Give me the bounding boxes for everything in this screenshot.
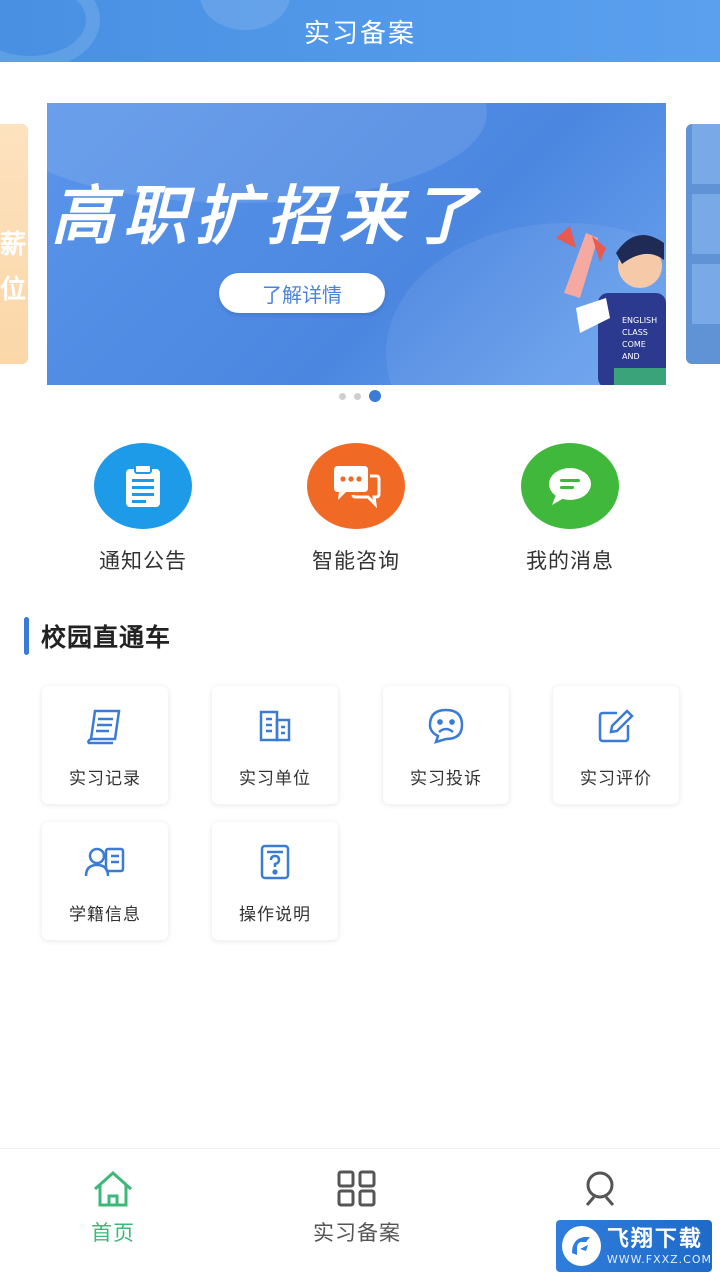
tab-internship-filing[interactable]: 实习备案 <box>277 1169 437 1247</box>
building-icon <box>253 706 297 746</box>
record-book-icon <box>83 706 127 746</box>
learn-more-button[interactable]: 了解详情 <box>219 273 385 313</box>
edit-review-icon <box>594 706 638 746</box>
student-id-icon <box>83 842 127 882</box>
message-icon <box>521 443 619 529</box>
watermark-logo-icon <box>562 1226 601 1266</box>
grid-item-internship-review[interactable]: 实习评价 <box>553 686 679 804</box>
tab-label: 实习备案 <box>313 1221 401 1245</box>
banner-slide[interactable]: 高职扩招来了 了解详情 ENGLISH CLASS COME AND <box>47 103 666 385</box>
banner-next-decoration <box>692 264 720 324</box>
shortcut-label: 通知公告 <box>99 549 187 573</box>
grid-item-label: 实习投诉 <box>410 769 482 789</box>
watermark-text: 飞翔下载 <box>606 1226 703 1252</box>
banner-prev-text: 薪 <box>0 230 26 260</box>
grid-item-label: 学籍信息 <box>69 905 141 925</box>
grid-item-internship-company[interactable]: 实习单位 <box>212 686 338 804</box>
grid-item-instructions[interactable]: 操作说明 <box>212 822 338 940</box>
chat-bubbles-icon <box>307 443 405 529</box>
shortcut-consult[interactable]: 智能咨询 <box>276 443 436 575</box>
grid-item-internship-record[interactable]: 实习记录 <box>42 686 168 804</box>
banner-prev-text: 位 <box>0 275 26 305</box>
svg-text:CLASS: CLASS <box>622 328 648 337</box>
svg-text:ENGLISH: ENGLISH <box>622 316 657 325</box>
shortcut-label: 智能咨询 <box>312 549 400 573</box>
grid-apps-icon <box>337 1170 376 1207</box>
section-accent-bar <box>24 617 29 655</box>
grid-item-label: 操作说明 <box>239 905 311 925</box>
svg-text:COME: COME <box>622 340 646 349</box>
header-decoration <box>200 0 290 30</box>
shortcut-label: 我的消息 <box>526 549 614 573</box>
carousel-dot[interactable] <box>339 392 346 400</box>
banner-next-decoration <box>692 124 720 184</box>
grid-item-student-status[interactable]: 学籍信息 <box>42 822 168 940</box>
shortcut-notice[interactable]: 通知公告 <box>63 443 223 575</box>
section-title: 校园直通车 <box>41 623 172 652</box>
banner-headline: 高职扩招来了 <box>51 180 483 254</box>
grid-item-label: 实习评价 <box>580 769 652 789</box>
app-header: 实习备案 <box>0 0 720 62</box>
banner-carousel[interactable]: 薪 位 高职扩招来了 了解详情 ENGLISH CLASS COME AND <box>0 98 720 402</box>
grid-item-label: 实习单位 <box>239 769 311 789</box>
banner-next-card[interactable] <box>686 124 720 364</box>
watermark-url: WWW.FXXZ.COM <box>606 1252 712 1266</box>
banner-next-decoration <box>692 194 720 254</box>
page-title: 实习备案 <box>303 18 416 49</box>
clipboard-icon <box>94 443 192 529</box>
carousel-dot[interactable] <box>354 392 361 400</box>
carousel-pager <box>0 390 720 402</box>
tab-label: 首页 <box>91 1221 135 1245</box>
carousel-dot-active[interactable] <box>369 390 381 402</box>
header-decoration <box>0 0 100 62</box>
tab-home[interactable]: 首页 <box>33 1169 193 1247</box>
shortcut-messages[interactable]: 我的消息 <box>490 443 650 575</box>
banner-illustration-person: ENGLISH CLASS COME AND <box>556 226 666 385</box>
user-icon <box>585 1171 615 1206</box>
banner-prev-card[interactable]: 薪 位 <box>0 124 28 364</box>
site-watermark: 飞翔下载 WWW.FXXZ.COM <box>556 1220 712 1272</box>
home-icon <box>94 1170 132 1207</box>
svg-text:AND: AND <box>622 352 640 361</box>
help-doc-icon <box>253 842 297 882</box>
section-header: 校园直通车 <box>24 614 171 658</box>
quick-shortcuts: 通知公告 智能咨询 我的消息 <box>0 443 720 583</box>
grid-item-internship-complaint[interactable]: 实习投诉 <box>383 686 509 804</box>
grid-item-label: 实习记录 <box>69 769 141 789</box>
complaint-face-icon <box>424 706 468 746</box>
